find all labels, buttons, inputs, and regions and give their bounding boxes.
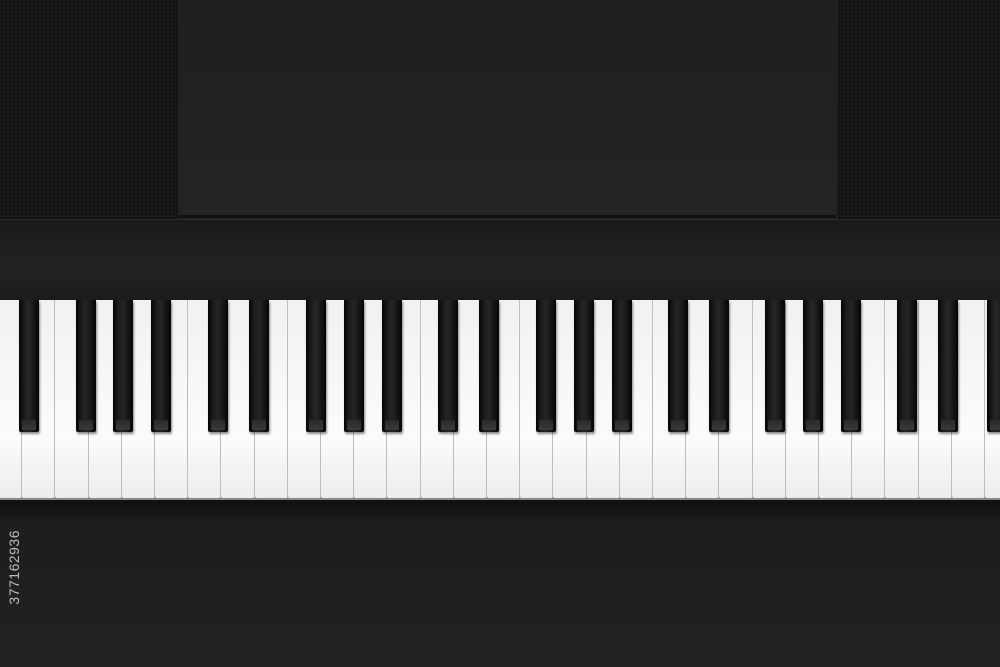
black-key[interactable] [76, 300, 96, 432]
black-key[interactable] [344, 300, 364, 432]
black-key[interactable] [438, 300, 458, 432]
control-panel [178, 0, 836, 218]
black-key[interactable] [765, 300, 785, 432]
key-rail [0, 219, 1000, 302]
piano-body-front [0, 520, 1000, 667]
black-key[interactable] [113, 300, 133, 432]
black-key[interactable] [897, 300, 917, 432]
black-key[interactable] [151, 300, 171, 432]
black-key[interactable] [841, 300, 861, 432]
black-key[interactable] [382, 300, 402, 432]
keybed-lip [0, 500, 1000, 520]
black-key[interactable] [208, 300, 228, 432]
black-key[interactable] [987, 300, 1000, 432]
black-key[interactable] [19, 300, 39, 432]
black-key[interactable] [612, 300, 632, 432]
black-key[interactable] [574, 300, 594, 432]
black-keys-group [0, 300, 1000, 500]
black-key[interactable] [306, 300, 326, 432]
black-key[interactable] [249, 300, 269, 432]
black-key[interactable] [479, 300, 499, 432]
black-key[interactable] [938, 300, 958, 432]
left-speaker-grille [0, 0, 178, 219]
black-key[interactable] [668, 300, 688, 432]
watermark-id-text: 377162936 [6, 530, 22, 605]
piano-keyboard [0, 300, 1000, 500]
black-key[interactable] [709, 300, 729, 432]
black-key[interactable] [536, 300, 556, 432]
black-key[interactable] [803, 300, 823, 432]
right-speaker-grille [838, 0, 1000, 219]
